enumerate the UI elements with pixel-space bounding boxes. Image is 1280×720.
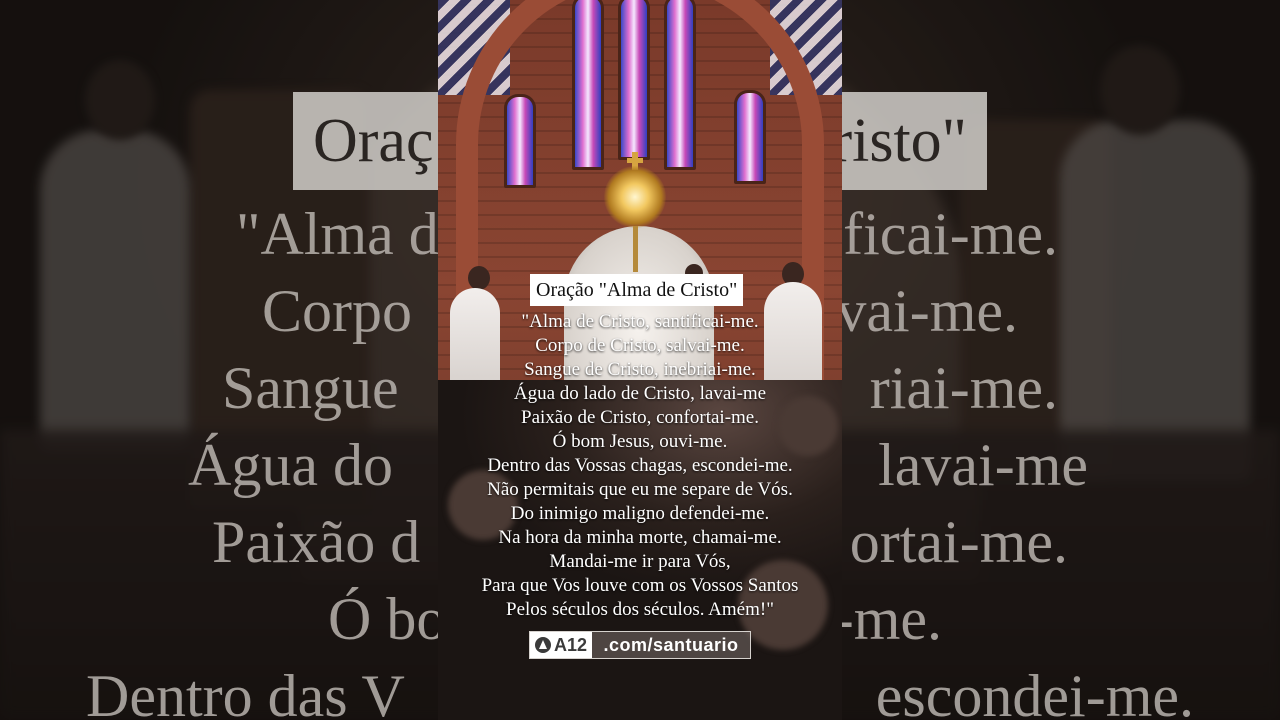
video-frame: Oração "Alma de Cristo" "Alma de Cristo,…: [438, 0, 842, 720]
background-title-right: risto": [831, 107, 967, 175]
monstrance-stem: [633, 226, 638, 272]
stained-glass-window: [664, 0, 696, 170]
prayer-line: Paixão de Cristo, confortai-me.: [521, 407, 759, 428]
prayer-line: Água do lado de Cristo, lavai-me: [513, 383, 767, 404]
prayer-line: Corpo de Cristo, salvai-me.: [535, 335, 745, 356]
background-line-left: Paixão d: [212, 509, 421, 575]
prayer-text: "Alma de Cristo, santificai-me. Corpo de…: [438, 310, 842, 622]
prayer-line: Não permitais que eu me separe de Vós.: [487, 479, 793, 500]
stained-glass-window: [734, 90, 766, 184]
prayer-title: Oração "Alma de Cristo": [530, 274, 744, 306]
brand-url: .com/santuario: [603, 634, 739, 655]
background-line-left: Sangue: [222, 355, 399, 421]
prayer-line: Para que Vos louve com os Vossos Santos: [481, 575, 799, 596]
monstrance-icon: [604, 166, 666, 228]
monstrance-cross-bar: [627, 158, 643, 163]
background-line-left: Água do: [188, 432, 393, 498]
background-line-right: riai-me.: [869, 355, 1058, 421]
priest-left-head: [468, 266, 490, 290]
background-line-left: Corpo: [262, 278, 412, 344]
prayer-line: Do inimigo maligno defendei-me.: [510, 503, 770, 524]
background-line-left: Dentro das V: [86, 663, 405, 720]
brand-watermark: A12 .com/santuario: [529, 631, 751, 659]
stained-glass-window: [572, 0, 604, 170]
prayer-line: Dentro das Vossas chagas, escondei-me.: [487, 455, 793, 476]
prayer-line: Sangue de Cristo, inebriai-me.: [524, 359, 756, 380]
background-line-right: ortai-me.: [849, 509, 1068, 575]
background-line-right: lavai-me: [878, 432, 1088, 498]
prayer-line: Na hora da minha morte, chamai-me.: [498, 527, 782, 548]
prayer-line: Ó bom Jesus, ouvi-me.: [552, 431, 728, 452]
stained-glass-window: [504, 94, 536, 188]
prayer-line: Mandai-me ir para Vós,: [549, 551, 731, 572]
a12-logo: A12: [530, 632, 592, 658]
background-line-right: vai-me.: [836, 278, 1018, 344]
background-line-right: -me.: [833, 586, 942, 652]
stained-glass-window: [618, 0, 650, 160]
prayer-line: Pelos séculos dos séculos. Amém!": [506, 599, 774, 620]
prayer-line: "Alma de Cristo, santificai-me.: [521, 311, 759, 332]
background-title-left: Oraç: [313, 107, 434, 175]
background-line-right: ficai-me.: [843, 201, 1058, 267]
background-line-left: "Alma d: [236, 201, 439, 267]
background-line-right: escondei-me.: [875, 663, 1194, 720]
a12-logo-icon: [534, 637, 551, 653]
background-line-left: Ó bo: [328, 586, 447, 652]
a12-logo-text: A12: [553, 634, 588, 655]
